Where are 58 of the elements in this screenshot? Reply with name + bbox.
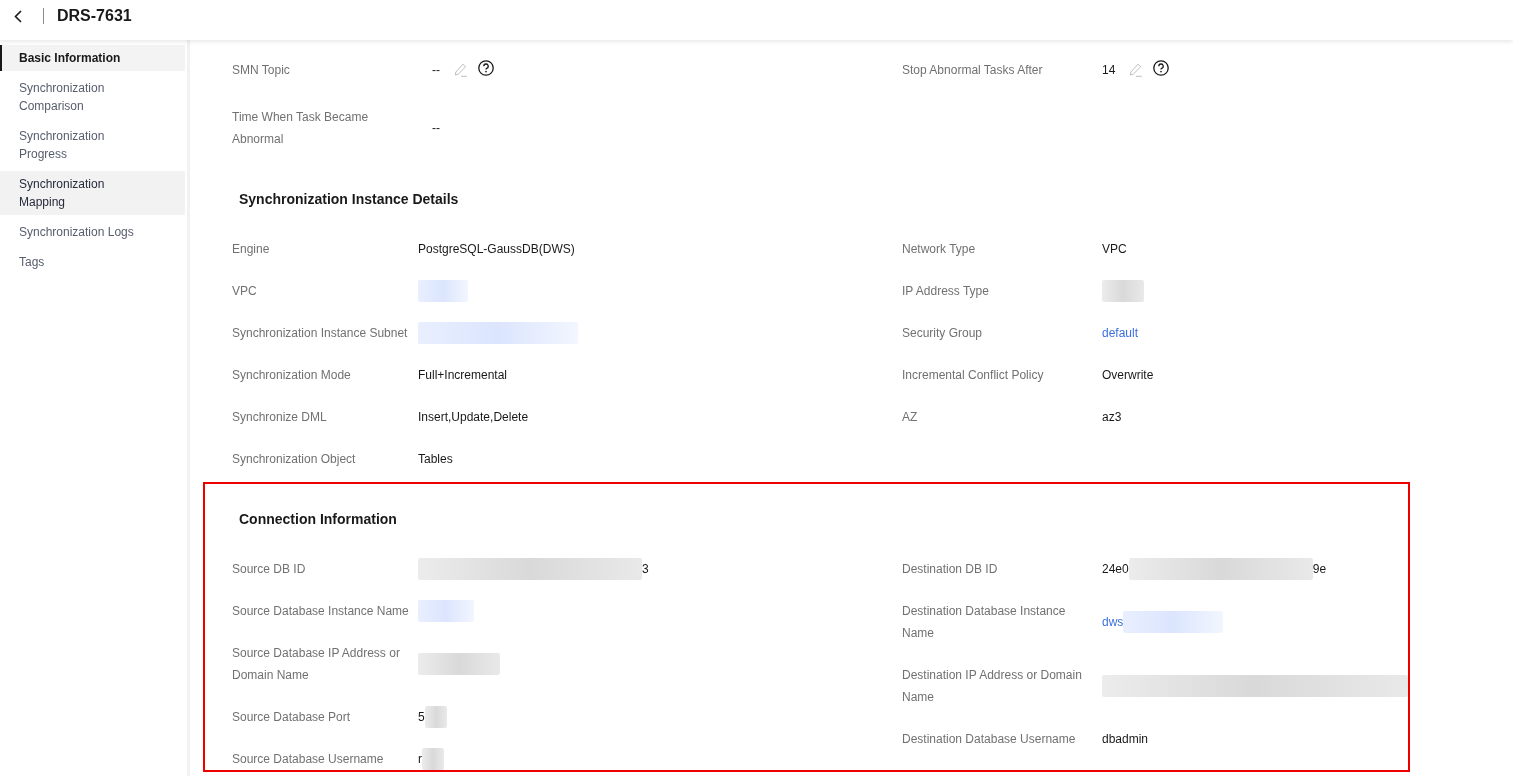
section-heading: Synchronization Instance Details <box>239 190 459 209</box>
page-title: DRS-7631 <box>57 6 132 26</box>
field-value: Overwrite <box>1102 367 1154 384</box>
field-label: Network Type <box>902 242 976 256</box>
field-value: az3 <box>1102 409 1122 426</box>
field-label: Source Database IP Address or Domain Name <box>232 646 400 682</box>
blurred-value <box>422 748 444 770</box>
field-value: 9e <box>1312 561 1327 578</box>
field-value: Insert,Update,Delete <box>418 409 529 426</box>
field-label: VPC <box>232 284 257 298</box>
field-label: Synchronization Object <box>232 452 356 466</box>
field-label: Destination Database Instance Name <box>902 604 1066 640</box>
field-label: Time When Task Became Abnormal <box>232 110 369 146</box>
field-value: 24e0 <box>1102 561 1129 578</box>
sidebar-item[interactable]: Tags <box>0 249 185 275</box>
field-value: VPC <box>1102 241 1127 258</box>
help-icon[interactable] <box>1153 60 1170 76</box>
field-label: SMN Topic <box>232 63 290 77</box>
blurred-value <box>1102 280 1144 302</box>
field-label: Destination DB ID <box>902 562 998 576</box>
field-value: PostgreSQL-GaussDB(DWS) <box>418 241 575 258</box>
field-label: Source Database Username <box>232 752 384 766</box>
field-label: Source Database Port <box>232 710 351 724</box>
field-value: Full+Incremental <box>418 367 508 384</box>
sidebar-item[interactable]: Synchronization Mapping <box>0 171 185 215</box>
blurred-value <box>424 706 447 728</box>
field-value: 14 <box>1102 62 1116 79</box>
sidebar-item[interactable]: Synchronization Progress <box>0 123 185 167</box>
field-label: Destination IP Address or Domain Name <box>902 668 1082 704</box>
field-label: Destination Database Username <box>902 732 1076 746</box>
back-icon[interactable] <box>14 9 22 23</box>
field-value: 3 <box>642 561 649 578</box>
field-value: r <box>418 751 422 768</box>
field-label: Synchronization Instance Subnet <box>232 326 408 340</box>
field-label: AZ <box>902 410 918 424</box>
field-label: Source Database Instance Name <box>232 604 409 618</box>
field-value: -- <box>432 62 440 79</box>
sidebar-item[interactable]: Synchronization Comparison <box>0 75 185 119</box>
field-value: 5 <box>418 709 425 726</box>
field-value: dbadmin <box>1102 731 1149 748</box>
sidebar-item[interactable]: Synchronization Logs <box>0 219 185 245</box>
field-label: Engine <box>232 242 270 256</box>
field-value: Tables <box>418 451 453 468</box>
sidebar-item[interactable]: Basic Information <box>0 45 185 71</box>
field-label: Stop Abnormal Tasks After <box>902 63 1043 77</box>
field-label: Synchronization Mode <box>232 368 351 382</box>
field-value: -- <box>432 120 440 137</box>
blurred-value <box>418 280 468 302</box>
link[interactable]: dws <box>1102 611 1124 633</box>
field-label: Incremental Conflict Policy <box>902 368 1044 382</box>
field-label: IP Address Type <box>902 284 989 298</box>
field-label: Security Group <box>902 326 983 340</box>
field-label: Synchronize DML <box>232 410 327 424</box>
link[interactable]: default <box>1102 322 1139 344</box>
help-icon[interactable] <box>478 60 494 76</box>
section-heading: Connection Information <box>239 510 397 529</box>
blurred-value <box>418 600 474 622</box>
field-label: Source DB ID <box>232 562 306 576</box>
